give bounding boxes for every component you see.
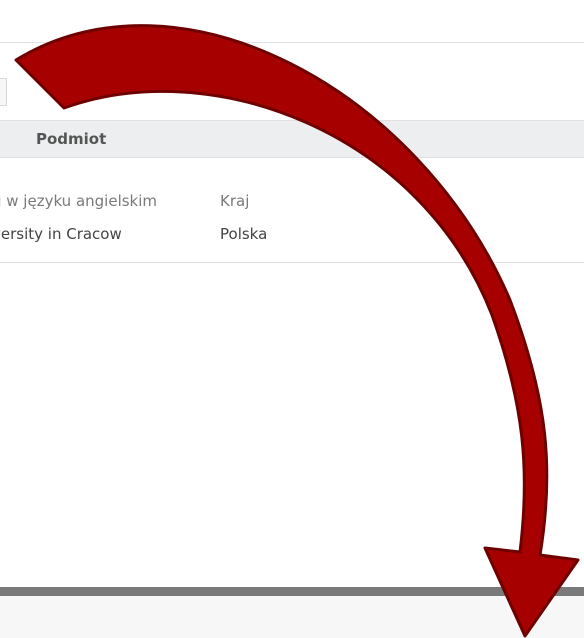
english-name-label: u w języku angielskim bbox=[0, 192, 158, 210]
footer-separator-bar bbox=[0, 587, 584, 596]
page: Podmiot u w języku angielskim versity in… bbox=[0, 0, 584, 638]
annotation-arrow-overlay bbox=[14, 24, 580, 638]
section-bottom-divider bbox=[0, 262, 584, 263]
curved-arrow-icon bbox=[14, 24, 580, 638]
cropped-control-edge[interactable] bbox=[0, 78, 7, 106]
english-name-value: versity in Cracow bbox=[0, 225, 122, 243]
country-label: Kraj bbox=[220, 192, 250, 210]
country-value: Polska bbox=[220, 225, 268, 243]
footer-area bbox=[0, 596, 584, 638]
section-header: Podmiot bbox=[0, 120, 584, 158]
section-title: Podmiot bbox=[36, 130, 107, 148]
top-divider bbox=[0, 42, 584, 43]
